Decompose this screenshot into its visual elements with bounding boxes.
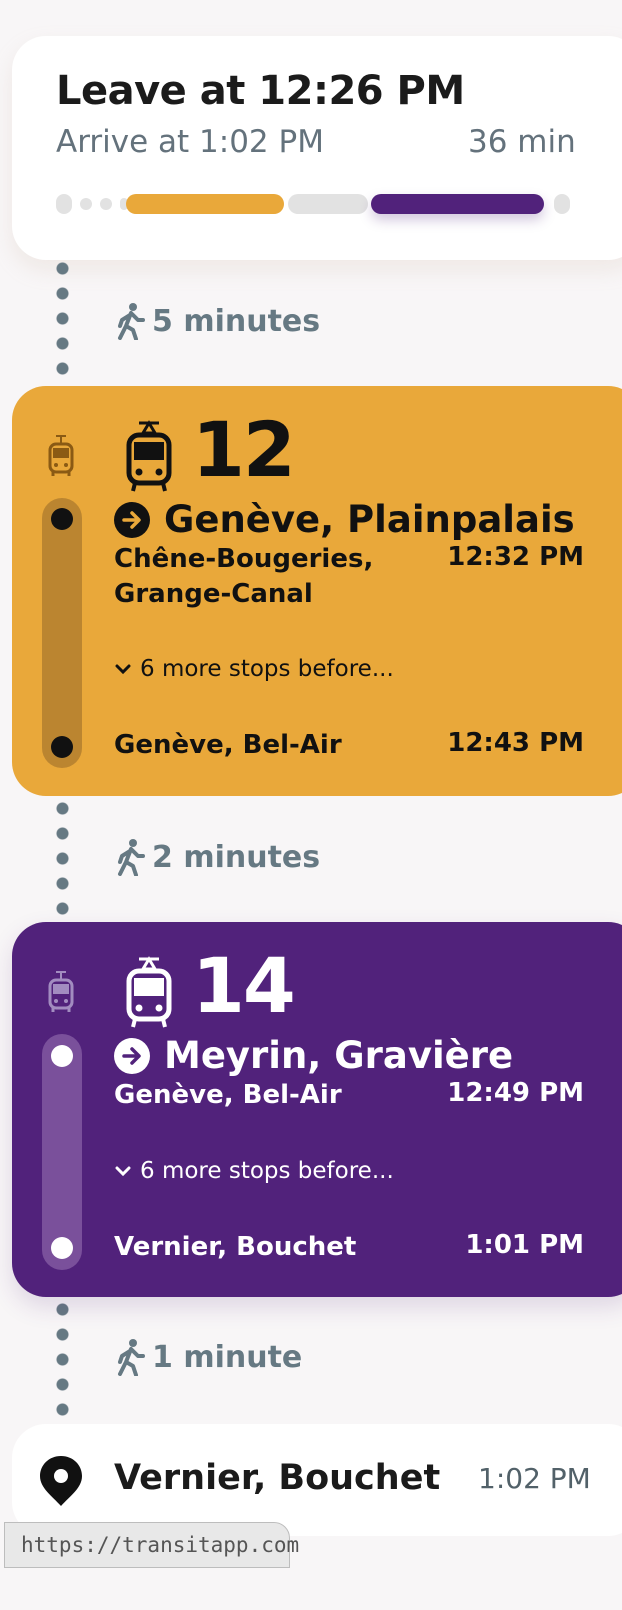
route-destination: Genève, Plainpalais (114, 498, 575, 541)
map-pin-icon (40, 1456, 82, 1506)
walking-path-dots (56, 1297, 69, 1424)
arrival-time: 1:02 PM (478, 1462, 591, 1495)
stop-track (42, 498, 82, 768)
board-stop-line: Chêne-Bougeries, (114, 544, 374, 574)
walk-step: 2 minutes (116, 838, 320, 876)
board-stop-line: Grange-Canal (114, 579, 313, 610)
destination-name: Vernier, Bouchet (114, 1458, 441, 1498)
route-14-segment (371, 194, 544, 214)
destination-name: Meyrin, Gravière (164, 1034, 514, 1077)
arrive-time: Arrive at 1:02 PM (56, 124, 324, 160)
walk-segment (288, 194, 368, 214)
walking-path-dots (56, 796, 69, 922)
route-14-leg-card[interactable]: 14 Meyrin, Gravière Genève, Bel-Air 12:4… (12, 922, 622, 1297)
route-12-segment (126, 194, 284, 214)
walk-duration: 5 minutes (152, 303, 321, 339)
more-stops-label: 6 more stops before... (140, 1158, 394, 1184)
chevron-down-icon (115, 1166, 131, 1177)
tram-icon (48, 435, 74, 476)
chevron-down-icon (115, 664, 131, 675)
walk-dot (80, 198, 92, 210)
board-stop-dot (51, 508, 73, 530)
tram-icon (48, 971, 74, 1012)
walk-duration: 1 minute (152, 1339, 303, 1375)
alight-time: 12:43 PM (447, 728, 584, 758)
route-12-leg-card[interactable]: 12 Genève, Plainpalais Chêne-Bougeries, … (12, 386, 622, 796)
walking-person-icon (118, 839, 145, 876)
trip-duration: 36 min (468, 124, 576, 160)
more-stops-toggle[interactable]: 6 more stops before... (114, 656, 394, 682)
arrow-right-icon (114, 501, 150, 538)
arrow-right-icon (114, 1037, 150, 1074)
walking-person-icon (118, 1339, 145, 1376)
board-stop-name: Chêne-Bougeries, Grange-Canal (114, 542, 373, 612)
alight-stop-dot (51, 1237, 73, 1259)
alight-stop-name: Genève, Bel-Air (114, 730, 342, 760)
tram-icon (126, 956, 172, 1028)
walk-duration: 2 minutes (152, 839, 321, 875)
board-time: 12:49 PM (447, 1078, 584, 1108)
leave-time: Leave at 12:26 PM (56, 68, 465, 114)
more-stops-toggle[interactable]: 6 more stops before... (114, 1158, 394, 1184)
walk-segment (56, 194, 72, 214)
more-stops-label: 6 more stops before... (140, 656, 394, 682)
status-url-bar: https://transitapp.com (4, 1522, 299, 1568)
walking-path-dots (56, 256, 69, 386)
tram-icon (126, 420, 172, 492)
walk-dot (100, 198, 112, 210)
destination-name: Genève, Plainpalais (164, 498, 575, 541)
route-number: 12 (192, 405, 296, 494)
walking-person-icon (118, 303, 145, 340)
walk-step: 5 minutes (116, 302, 320, 340)
alight-stop-name: Vernier, Bouchet (114, 1232, 357, 1262)
board-stop-name: Genève, Bel-Air (114, 1080, 342, 1110)
board-time: 12:32 PM (447, 542, 584, 572)
destination-card[interactable]: Vernier, Bouchet 1:02 PM (12, 1424, 622, 1536)
route-number: 14 (192, 941, 296, 1030)
board-stop-dot (51, 1045, 73, 1067)
route-destination: Meyrin, Gravière (114, 1034, 513, 1077)
alight-stop-dot (51, 736, 73, 758)
walk-step: 1 minute (116, 1338, 302, 1376)
stop-track (42, 1034, 82, 1270)
alight-time: 1:01 PM (465, 1230, 584, 1260)
trip-summary-card[interactable]: Leave at 12:26 PM Arrive at 1:02 PM 36 m… (12, 36, 622, 260)
walk-segment (554, 194, 570, 214)
